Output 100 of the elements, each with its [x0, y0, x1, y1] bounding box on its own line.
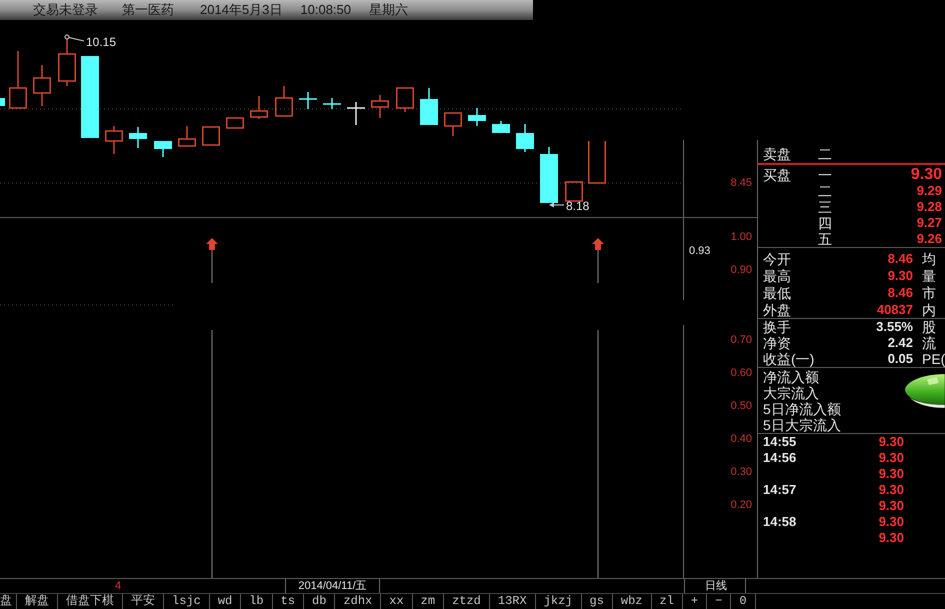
order-rank: 二: [818, 146, 832, 162]
tick-price: 9.30: [878, 466, 904, 482]
up-arrow-icon: [592, 238, 604, 250]
axis-label: 0.50: [730, 399, 753, 413]
order-price: 9.28: [916, 199, 942, 215]
trade-status-text: 交易未登录: [33, 2, 98, 18]
tab[interactable]: zm: [412, 594, 444, 609]
candlestick: [299, 92, 317, 109]
high-price-label: 10.15: [86, 35, 116, 49]
tab[interactable]: +: [682, 594, 708, 609]
stat-label: 换手: [763, 319, 791, 335]
stat-value: 2.42: [888, 335, 913, 351]
stat-label: 最低: [763, 284, 791, 300]
tab[interactable]: zdhx: [335, 594, 382, 609]
axis-label: 0.40: [730, 432, 753, 446]
stat-value: 8.46: [888, 284, 913, 300]
order-rank: 五: [818, 231, 832, 247]
candlestick: [58, 39, 76, 86]
candlestick: [516, 124, 534, 152]
stat-value: 9.30: [888, 268, 913, 284]
order-price: 9.26: [916, 231, 942, 247]
order-price: 9.30: [910, 167, 942, 183]
tab[interactable]: 13RX: [490, 594, 536, 609]
axis-label: 8.45: [730, 176, 753, 190]
tab[interactable]: ztzd: [444, 594, 490, 609]
tab[interactable]: 0: [731, 594, 756, 609]
candlestick: [347, 102, 365, 125]
side-label: 市: [922, 284, 936, 300]
tick-price: 9.30: [878, 498, 904, 514]
side-label: 流: [922, 335, 936, 351]
tab[interactable]: db: [304, 594, 336, 609]
tab[interactable]: −: [707, 594, 732, 609]
buy-label: 买盘: [763, 167, 791, 183]
axis-label: 0.60: [730, 366, 753, 380]
candlestick: [9, 51, 27, 109]
tab[interactable]: 盘: [0, 594, 17, 609]
date-label: 2014/04/11/五: [285, 579, 380, 593]
tab[interactable]: wd: [210, 594, 242, 609]
tab[interactable]: ts: [272, 594, 304, 609]
tick-price: 9.30: [878, 514, 904, 530]
tab[interactable]: gs: [582, 594, 613, 609]
tick-price: 9.30: [878, 450, 904, 466]
candlestick: [250, 96, 268, 119]
tab[interactable]: lsjc: [164, 594, 210, 609]
tab[interactable]: 平安: [123, 594, 164, 609]
candlestick: [323, 98, 341, 109]
tick-time: 14:56: [763, 450, 796, 466]
candlestick: [444, 112, 462, 136]
side-label: 股: [922, 319, 936, 335]
candlestick: [226, 117, 244, 129]
axis-label: 0.30: [730, 465, 753, 479]
period-label: 日线: [684, 579, 746, 593]
fund-flow-label: 大宗流入: [762, 385, 819, 401]
candlestick: [0, 98, 5, 106]
gem-icon: [905, 373, 945, 409]
tick-price: 9.30: [878, 482, 904, 498]
axis-label: 0.90: [730, 263, 753, 277]
candlestick: [154, 141, 172, 157]
fund-flow-label: 5日净流入额: [762, 401, 841, 417]
stat-value: 8.46: [888, 250, 913, 266]
candlestick: [275, 86, 293, 117]
bar-index-label: 4: [115, 580, 122, 592]
stat-label: 收益(一): [763, 351, 814, 367]
tab[interactable]: jkzj: [536, 594, 582, 609]
side-label: 量: [922, 268, 936, 284]
order-price: 9.27: [916, 215, 942, 231]
candlestick: [129, 127, 147, 148]
candlestick: [202, 126, 220, 146]
tab[interactable]: lb: [241, 594, 273, 609]
order-rank: 一: [818, 167, 832, 183]
stat-label: 今开: [763, 250, 791, 266]
stat-label: 外盘: [763, 302, 791, 318]
tick-time: 14:58: [763, 514, 796, 530]
pointer-line: [64, 34, 84, 42]
candlestick: [33, 65, 51, 106]
candlestick: [371, 95, 389, 118]
side-label: 均: [922, 250, 936, 266]
candlestick: [396, 87, 414, 112]
fund-flow-label: 5日大宗流入: [762, 417, 841, 433]
axis-label: 1.00: [730, 230, 753, 244]
tab[interactable]: 解盘: [17, 594, 58, 609]
candlestick: [540, 147, 558, 203]
date-text: 2014年5月3日: [200, 2, 282, 18]
pointer-line: [549, 202, 564, 208]
stat-value: 40837: [876, 302, 913, 318]
stat-label: 净资: [763, 335, 791, 351]
candlestick: [565, 181, 583, 202]
stock-name: 第一医药: [122, 2, 174, 18]
candlestick: [468, 108, 486, 126]
tab[interactable]: wbz: [612, 594, 652, 609]
stat-value: 0.05: [888, 351, 913, 367]
tab[interactable]: zl: [652, 594, 683, 609]
order-rank: 三: [818, 199, 832, 215]
candlestick: [420, 88, 438, 125]
tab[interactable]: xx: [381, 594, 413, 609]
tab[interactable]: 借盘下棋: [58, 594, 123, 609]
weekday-text: 星期六: [369, 2, 408, 18]
order-rank: 四: [818, 215, 832, 231]
axis-label: 0.70: [730, 333, 753, 347]
candlestick: [105, 126, 123, 154]
